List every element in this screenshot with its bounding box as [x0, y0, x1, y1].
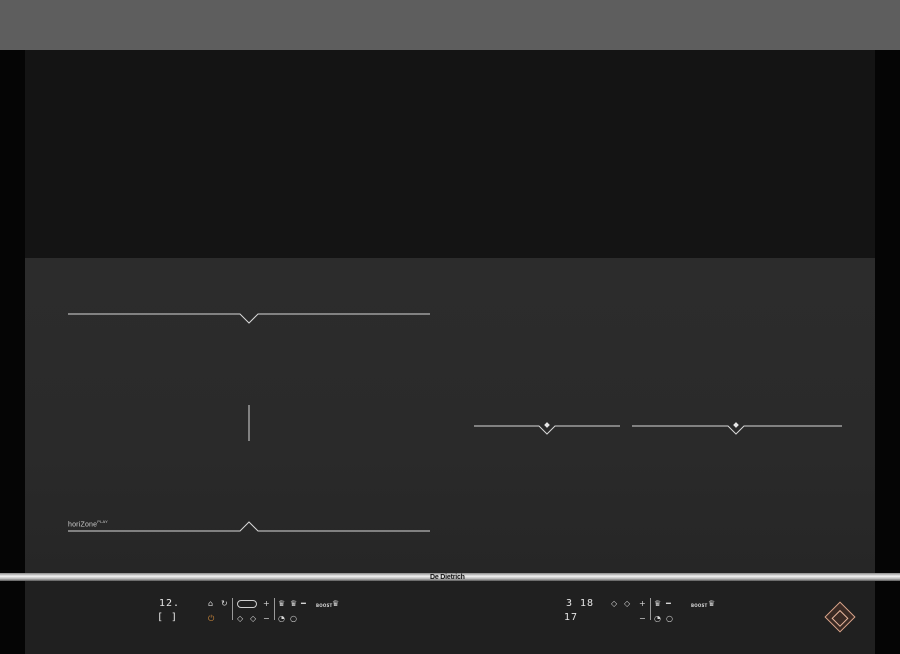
circle-icon[interactable]: ○	[290, 615, 297, 623]
left-display-top: 12.	[159, 598, 181, 609]
right-display-top: 3 18	[566, 598, 595, 609]
keep-warm-icon[interactable]: ♛	[332, 600, 339, 608]
right-diamond-outline-icon[interactable]: ◇	[624, 600, 630, 608]
horizone-suffix: PLAY	[97, 519, 108, 524]
left-divider-1	[232, 598, 233, 620]
control-panel	[25, 581, 875, 654]
right-circle-icon[interactable]: ○	[666, 615, 673, 623]
horizone-top-marker	[68, 313, 430, 324]
horizone-name: horiZone	[68, 521, 98, 529]
right-boost-button[interactable]: BOOST	[691, 602, 707, 610]
crown-outline-icon[interactable]: ♛	[290, 600, 297, 608]
right-diamond-icon[interactable]: ◇	[611, 600, 617, 608]
right-half-circle-icon[interactable]: ◔	[654, 615, 661, 623]
cooking-zone-markings	[68, 313, 842, 532]
right-keep-warm-icon[interactable]: ♛	[708, 600, 715, 608]
diamond-outline-icon[interactable]: ◇	[250, 615, 256, 623]
pan-icon[interactable]: ━	[301, 600, 306, 608]
crown-icon[interactable]: ♛	[278, 600, 285, 608]
bridge-zone-icon[interactable]	[237, 600, 257, 608]
left-divider-2	[274, 598, 275, 620]
left-display-bottom: [ ]	[157, 612, 179, 623]
right-crown-icon[interactable]: ♛	[654, 600, 661, 608]
plus-button[interactable]: +	[263, 600, 270, 608]
brand-logo: De Dietrich	[430, 574, 465, 581]
diamond-icon[interactable]: ◇	[237, 615, 243, 623]
boost-button[interactable]: BOOST	[316, 602, 332, 610]
power-icon[interactable]: ⏻	[208, 615, 214, 623]
brand-emblem-inner	[831, 609, 849, 627]
right-plus-button[interactable]: +	[639, 600, 646, 608]
lock-icon[interactable]: ⌂	[208, 600, 213, 608]
half-circle-icon[interactable]: ◔	[278, 615, 285, 623]
right-zone-2-marker	[632, 425, 842, 435]
right-minus-button[interactable]: −	[639, 615, 646, 623]
right-zone-2-dot	[733, 422, 739, 428]
right-divider	[650, 598, 651, 620]
horizone-bottom-marker	[68, 521, 430, 532]
horizone-label: horiZonePLAY	[68, 519, 108, 528]
right-display-bottom: 17	[564, 612, 579, 623]
timer-icon[interactable]: ↻	[221, 600, 228, 608]
right-zone-1-dot	[544, 422, 550, 428]
right-pan-icon[interactable]: ━	[666, 600, 671, 608]
minus-button[interactable]: −	[263, 615, 270, 623]
